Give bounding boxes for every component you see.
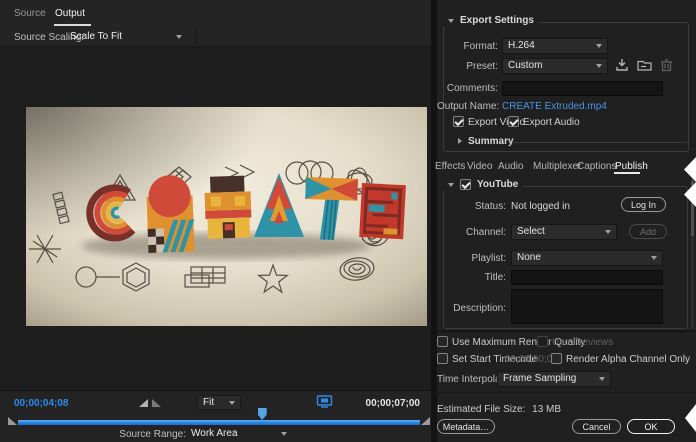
summary-toggle[interactable]: Summary (468, 136, 514, 148)
options-divider (431, 331, 696, 332)
preset-select[interactable]: Custom (502, 58, 608, 74)
estimated-file-size: Estimated File Size: 13 MB (437, 404, 561, 416)
tab-publish-underline (614, 172, 640, 174)
save-preset-button[interactable] (615, 58, 629, 72)
time-interpolation-value: Frame Sampling (503, 372, 576, 386)
duration-display: 00;00;07;00 (366, 398, 420, 410)
footer-divider (431, 392, 696, 393)
tab-audio[interactable]: Audio (498, 161, 524, 172)
preview-artwork: CREATE (26, 107, 427, 326)
zoom-level-select[interactable]: Fit (197, 395, 241, 410)
chevron-down-icon (176, 35, 182, 39)
preset-value: Custom (508, 59, 542, 73)
tab-multiplexer[interactable]: Multiplexer (533, 161, 581, 172)
timeline-scrubber[interactable] (18, 420, 420, 425)
export-audio-label: Export Audio (523, 117, 580, 129)
export-settings-header[interactable]: Export Settings (443, 14, 539, 27)
max-render-quality-checkbox[interactable] (437, 336, 448, 347)
folder-icon (637, 58, 652, 72)
summary-chevron-icon[interactable] (458, 138, 462, 144)
render-alpha-label: Render Alpha Channel Only (566, 354, 690, 366)
export-settings-title: Export Settings (460, 15, 534, 26)
source-range-select[interactable]: Work Area (191, 428, 287, 439)
set-out-point-button[interactable] (152, 399, 161, 407)
tab-publish[interactable]: Publish (615, 161, 648, 172)
chevron-down-icon (596, 44, 602, 48)
description-textarea[interactable] (511, 289, 663, 324)
chevron-down-icon (229, 401, 235, 405)
cancel-button[interactable]: Cancel (572, 419, 621, 434)
metadata-button[interactable]: Metadata… (437, 419, 495, 434)
tab-effects[interactable]: Effects (435, 161, 465, 172)
playlist-label: Playlist: (437, 253, 506, 265)
file-size-label: Estimated File Size: (437, 404, 525, 415)
export-audio-checkbox[interactable] (508, 116, 519, 127)
file-size-value: 13 MB (532, 404, 561, 415)
tab-output-underline (54, 24, 91, 26)
playlist-value: None (517, 251, 541, 265)
save-preset-icon (615, 58, 629, 72)
time-interpolation-select[interactable]: Frame Sampling (497, 371, 611, 387)
current-time-display[interactable]: 00;00;04;08 (14, 398, 68, 410)
channel-label: Channel: (437, 227, 506, 239)
chevron-down-icon (448, 19, 454, 23)
output-name-label: Output Name: (437, 101, 498, 113)
status-label: Status: (437, 201, 506, 213)
preview-image: CREATE (26, 107, 427, 326)
youtube-header[interactable]: YouTube (443, 178, 523, 191)
format-select[interactable]: H.264 (502, 38, 608, 54)
source-scaling-value: Scale To Fit (70, 31, 122, 42)
chevron-down-icon (651, 256, 657, 260)
channel-value: Select (517, 225, 545, 239)
title-input[interactable] (511, 270, 663, 285)
topbar-separator (196, 29, 197, 45)
comments-label: Comments: (437, 83, 498, 95)
log-in-button[interactable]: Log In (621, 197, 666, 212)
delete-preset-button[interactable] (660, 58, 673, 72)
preset-label: Preset: (437, 61, 498, 73)
add-button[interactable]: Add (629, 224, 667, 239)
playlist-select[interactable]: None (511, 250, 663, 266)
format-label: Format: (437, 41, 498, 53)
youtube-label: YouTube (477, 179, 518, 190)
use-previews-label: Use Previews (552, 337, 613, 349)
chevron-down-icon (596, 64, 602, 68)
set-in-point-button[interactable] (139, 399, 148, 407)
start-timecode-value: 00;00;00;00 (505, 354, 558, 366)
youtube-checkbox[interactable] (460, 179, 471, 190)
chevron-down-icon (599, 377, 605, 381)
tab-video[interactable]: Video (467, 161, 492, 172)
monitor-icon (316, 394, 333, 409)
title-label: Title: (437, 272, 506, 284)
output-name-link[interactable]: CREATE Extruded.mp4 (502, 101, 607, 113)
timeline-right-handle[interactable] (421, 417, 430, 425)
export-video-checkbox[interactable] (453, 116, 464, 127)
tab-source[interactable]: Source (14, 8, 46, 20)
status-value: Not logged in (511, 201, 570, 213)
source-range-label: Source Range: (118, 429, 186, 441)
zoom-level-value: Fit (203, 396, 214, 410)
description-label: Description: (437, 303, 506, 315)
comments-input[interactable] (502, 81, 663, 96)
set-start-timecode-checkbox[interactable] (437, 353, 448, 364)
source-scaling-select[interactable]: Scale To Fit (70, 31, 182, 42)
summary-rule (512, 142, 687, 143)
use-previews-checkbox (537, 336, 548, 347)
render-alpha-checkbox[interactable] (551, 353, 562, 364)
ok-button[interactable]: OK (627, 419, 675, 434)
chevron-down-icon (281, 432, 287, 436)
tab-output[interactable]: Output (55, 8, 85, 20)
import-preset-button[interactable] (637, 58, 652, 72)
export-settings-dialog: Source Output Source Scaling: Scale To F… (0, 0, 696, 442)
chevron-down-icon (605, 230, 611, 234)
timeline-left-handle[interactable] (8, 417, 17, 425)
channel-select[interactable]: Select (511, 224, 617, 240)
chevron-down-icon (448, 183, 454, 187)
source-range-value: Work Area (191, 428, 238, 439)
format-value: H.264 (508, 39, 535, 53)
trash-icon (660, 58, 673, 72)
aspect-preview-button[interactable] (316, 394, 333, 409)
tab-captions[interactable]: Captions (577, 161, 616, 172)
